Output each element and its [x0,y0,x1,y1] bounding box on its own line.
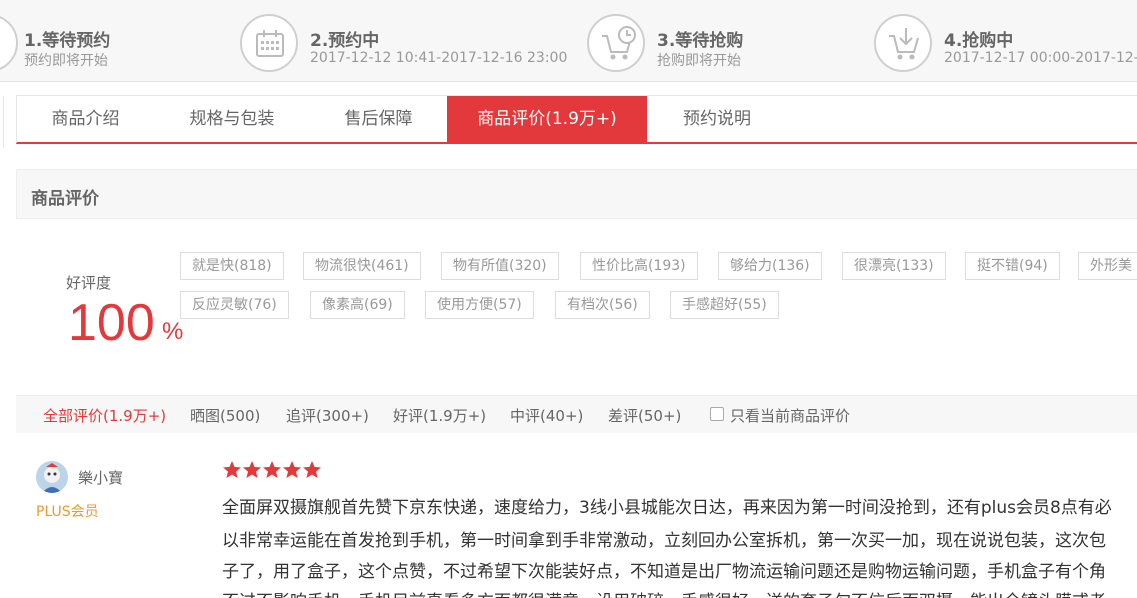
member-level-badge: PLUS会员 [36,504,99,520]
step-subtitle: 2017-12-12 10:41-2017-12-16 23:00 [310,50,568,66]
star-icon [303,461,321,478]
tab-reviews[interactable]: 商品评价(1.9万+) [447,96,647,143]
filter-positive[interactable]: 好评(1.9万+) [393,405,486,426]
filter-all[interactable]: 全部评价(1.9万+) [43,405,166,426]
positive-rate-unit: % [162,318,184,345]
review-text-line: 全面屏双摄旗舰首先赞下京东快递，速度给力，3线小县城能次日达，再来因为第一时间没… [222,498,1112,518]
cart-clock-icon [587,14,645,72]
left-sidebar-edge [0,96,4,148]
avatar[interactable] [36,461,68,493]
star-icon [263,461,281,478]
step-subtitle: 预约即将开始 [24,53,108,69]
star-icon [243,461,261,478]
review-tag[interactable]: 够给力(136) [718,252,822,280]
filter-follow-up[interactable]: 追评(300+) [286,405,369,426]
review-tag[interactable]: 有档次(56) [555,291,650,319]
tab-product-intro[interactable]: 商品介绍 [17,96,154,143]
review-tag[interactable]: 物流很快(461) [303,252,421,280]
review-filter-bar: 全部评价(1.9万+) 晒图(500) 追评(300+) 好评(1.9万+) 中… [16,395,1137,433]
review-tag[interactable]: 就是快(818) [180,252,284,280]
review-tag[interactable]: 性价比高(193) [580,252,698,280]
step-title: 1.等待预约 [24,31,111,51]
review-tag[interactable]: 使用方便(57) [425,291,534,319]
step-title: 2.预约中 [310,31,380,51]
product-tabs: 商品介绍 规格与包装 售后保障 商品评价(1.9万+) 预约说明 [16,95,1137,144]
reviewer-name: 樂小寶 [78,469,124,487]
calendar-icon [240,14,298,72]
review-text-line: 以非常幸运能在首发抢到手机，第一时间拿到手非常激动，立刻回办公室拆机，第一次买一… [222,531,1106,551]
review-tag[interactable]: 外形美 [1078,252,1137,280]
section-title: 商品评价 [31,189,99,209]
review-tag[interactable]: 像素高(69) [310,291,405,319]
calendar-icon [0,14,18,72]
step-subtitle: 2017-12-17 00:00-2017-12-1 [944,50,1137,66]
review-tag[interactable]: 反应灵敏(76) [180,291,289,319]
review-text-line: 不过不影响手机，手机目前真看多方面都很满意，设用破碎，手感很好，送的套子勾不信后… [222,590,1106,598]
review-tag[interactable]: 物有所值(320) [441,252,559,280]
review-text-line: 子了，用了盒子，这个点赞，不过希望下次能装好点，不知道是出厂物流运输问题还是购物… [222,562,1106,582]
star-rating [222,460,322,482]
step-subtitle: 抢购即将开始 [657,53,741,69]
positive-rate-value: 100 [68,294,155,352]
reviews-section-header: 商品评价 [16,169,1137,219]
review-tag[interactable]: 挺不错(94) [965,252,1060,280]
only-current-label[interactable]: 只看当前商品评价 [730,405,850,426]
step-title: 4.抢购中 [944,31,1014,51]
only-current-checkbox[interactable] [710,407,724,421]
filter-with-photos[interactable]: 晒图(500) [190,405,260,426]
star-icon [283,461,301,478]
tab-reservation-info[interactable]: 预约说明 [647,96,787,143]
filter-negative[interactable]: 差评(50+) [608,405,681,426]
cart-arrow-icon [874,14,932,72]
star-icon [223,461,241,478]
tab-specs-packaging[interactable]: 规格与包装 [154,96,310,143]
step-title: 3.等待抢购 [657,31,744,51]
tab-after-sales[interactable]: 售后保障 [310,96,447,143]
filter-neutral[interactable]: 中评(40+) [510,405,583,426]
presale-stepper: 1.等待预约 预约即将开始 2.预约中 2017-12-12 10:41-201… [0,0,1137,82]
review-tag[interactable]: 手感超好(55) [670,291,779,319]
review-tag[interactable]: 很漂亮(133) [842,252,946,280]
